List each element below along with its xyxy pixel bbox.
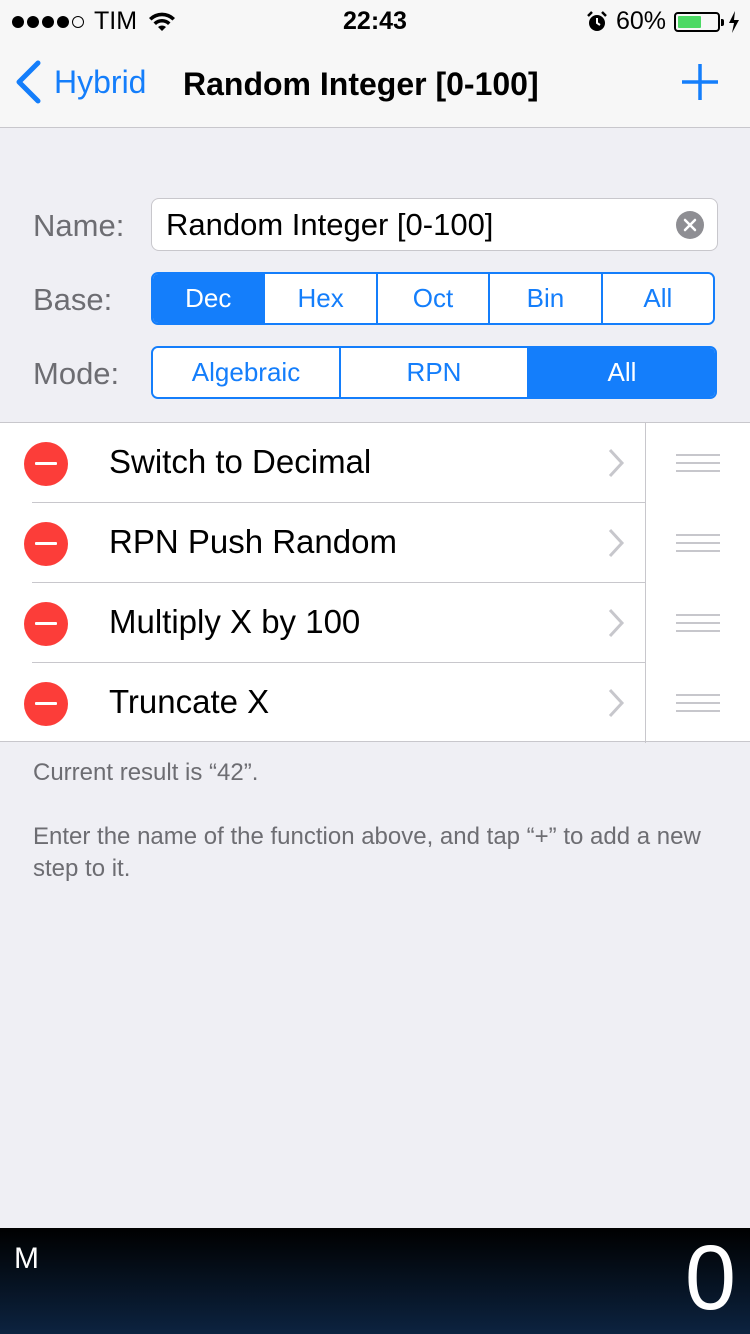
list-item[interactable]: Multiply X by 100 <box>0 583 750 663</box>
chevron-right-icon <box>608 448 625 478</box>
delete-button[interactable] <box>24 522 68 566</box>
battery-tip <box>721 18 724 26</box>
step-label: Switch to Decimal <box>109 443 372 480</box>
calculator-display-bar[interactable]: M 0 <box>0 1228 750 1334</box>
battery-icon <box>674 11 724 32</box>
base-segmented-control: Dec Hex Oct Bin All <box>151 272 715 325</box>
mode-label: Mode: <box>33 356 120 391</box>
delete-button[interactable] <box>24 442 68 486</box>
name-field[interactable] <box>151 198 718 251</box>
base-segment-bin[interactable]: Bin <box>490 274 603 323</box>
battery-percent: 60% <box>615 7 666 35</box>
list-item[interactable]: RPN Push Random <box>0 503 750 583</box>
current-result-text: Current result is “42”. <box>33 759 259 786</box>
mode-segment-rpn[interactable]: RPN <box>341 348 529 397</box>
base-segment-hex[interactable]: Hex <box>265 274 378 323</box>
divider <box>645 663 646 743</box>
base-segment-oct[interactable]: Oct <box>377 274 491 323</box>
reorder-handle-icon[interactable] <box>676 613 720 633</box>
display-value: 0 <box>684 1227 736 1329</box>
clear-text-icon[interactable] <box>676 211 704 239</box>
step-label: Multiply X by 100 <box>109 603 361 640</box>
memory-indicator: M <box>14 1242 39 1275</box>
step-label: RPN Push Random <box>109 523 397 560</box>
list-item[interactable]: Truncate X <box>0 663 750 743</box>
divider <box>645 583 646 663</box>
list-item[interactable]: Switch to Decimal <box>0 423 750 503</box>
reorder-handle-icon[interactable] <box>676 693 720 713</box>
chevron-right-icon <box>608 688 625 718</box>
mode-segment-algebraic[interactable]: Algebraic <box>153 348 341 397</box>
status-bar: TIM 22:43 60% <box>0 0 750 40</box>
name-label: Name: <box>33 208 125 243</box>
base-segment-dec[interactable]: Dec <box>153 274 266 323</box>
navigation-bar: Hybrid Random Integer [0-100] <box>0 40 750 128</box>
step-label: Truncate X <box>109 683 270 720</box>
mode-segment-all[interactable]: All <box>529 348 715 397</box>
page-title: Random Integer [0-100] <box>183 66 539 102</box>
mode-segmented-control: Algebraic RPN All <box>151 346 717 399</box>
name-row: Name: <box>0 198 750 251</box>
reorder-handle-icon[interactable] <box>676 453 720 473</box>
chevron-right-icon <box>608 608 625 638</box>
base-segment-all[interactable]: All <box>602 274 713 323</box>
divider <box>645 503 646 583</box>
charging-bolt-icon <box>729 10 739 33</box>
reorder-handle-icon[interactable] <box>676 533 720 553</box>
mode-row: Mode: Algebraic RPN All <box>0 346 750 399</box>
steps-list: Switch to Decimal RPN Push Random Multip… <box>0 422 750 743</box>
back-button[interactable]: Hybrid <box>14 60 146 104</box>
status-right: 60% <box>586 7 740 36</box>
delete-button[interactable] <box>24 602 68 646</box>
back-label: Hybrid <box>54 63 147 100</box>
chevron-right-icon <box>608 528 625 558</box>
base-label: Base: <box>33 282 113 317</box>
delete-button[interactable] <box>24 682 68 726</box>
name-input[interactable] <box>166 199 666 250</box>
base-row: Base: Dec Hex Oct Bin All <box>0 272 750 325</box>
alarm-clock-icon <box>587 10 607 31</box>
divider <box>645 423 646 503</box>
battery-level <box>678 15 701 28</box>
hint-text: Enter the name of the function above, an… <box>33 823 701 882</box>
chevron-left-icon <box>16 60 41 104</box>
plus-icon[interactable] <box>678 60 722 104</box>
